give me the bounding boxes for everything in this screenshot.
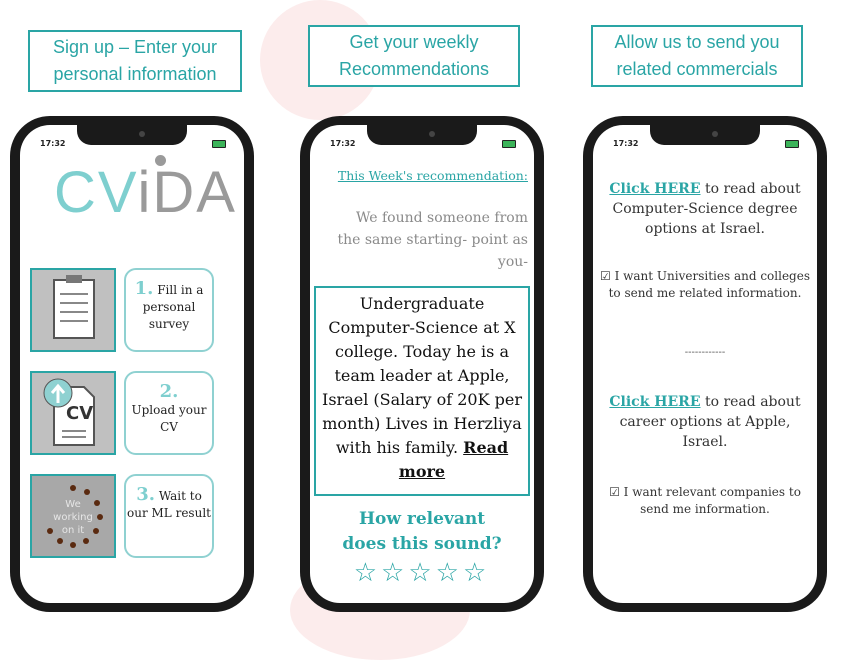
caption-signup: Sign up – Enter your personal informatio… [28,30,242,92]
working-text: We working on it [53,499,93,536]
recommendation-intro: We found someone from the same starting-… [337,210,528,270]
click-here-degree-link[interactable]: Click HERE [609,181,700,197]
universities-consent-checkbox[interactable]: ☑ I want Universities and colleges to se… [599,268,811,302]
star-icon[interactable]: ☆ [436,558,463,588]
status-time: 17:32 [330,139,356,148]
battery-icon [502,140,516,148]
phone-commercials: 17:32 Click HERE to read about Computer-… [583,116,827,612]
step-text: Upload your CV [131,403,207,434]
status-time: 17:32 [40,139,66,148]
cvida-logo: CViDA [54,159,237,226]
phone-signup: 17:32 CViDA 1. Fill in a personal survey [10,116,254,612]
logo-dot [155,155,166,166]
star-rating: ☆☆☆☆☆ [310,558,534,588]
phone-notch [650,125,760,145]
phone-recommendation: 17:32 This Week's recommendation: We fou… [300,116,544,612]
caption-commercials: Allow us to send you related commercials [591,25,803,87]
phone-notch [77,125,187,145]
phone-screen: 17:32 Click HERE to read about Computer-… [593,125,817,603]
cv-upload-icon: CV [30,371,116,455]
career-info-block: Click HERE to read about career options … [599,392,811,452]
battery-icon [785,140,799,148]
step-upload-cv[interactable]: 2. Upload your CV [124,371,214,455]
clipboard-icon [30,268,116,352]
click-here-career-link[interactable]: Click HERE [609,394,700,410]
separator: ------------ [684,347,726,358]
degree-info-block: Click HERE to read about Computer-Scienc… [599,179,811,239]
phone-notch [367,125,477,145]
step-fill-survey[interactable]: 1. Fill in a personal survey [124,268,214,352]
recommendation-card: Undergraduate Computer-Science at X coll… [314,286,530,496]
status-time: 17:32 [613,139,639,148]
camera-icon [712,131,718,137]
caption-recommendations: Get your weekly Recommendations [308,25,520,87]
star-icon[interactable]: ☆ [463,558,490,588]
loading-spinner-icon: We working on it [30,474,116,558]
step-ml-result[interactable]: 3. Wait to our ML result [124,474,214,558]
recommendation-heading: This Week's recommendation: [337,168,528,183]
step-number: 1. [134,278,154,299]
step-number: 3. [136,484,155,505]
step-number: 2. [159,381,179,402]
relevance-question: How relevant does this sound? [342,509,502,554]
star-icon[interactable]: ☆ [381,558,408,588]
battery-icon [212,140,226,148]
companies-consent-checkbox[interactable]: ☑ I want relevant companies to send me i… [599,484,811,518]
logo-cv-text: CV [54,160,138,225]
recommendation-text: Undergraduate Computer-Science at X coll… [322,294,522,457]
star-icon[interactable]: ☆ [354,558,381,588]
phone-screen: 17:32 CViDA 1. Fill in a personal survey [20,125,244,603]
camera-icon [429,131,435,137]
logo-ida-text: iDA [137,160,237,225]
star-icon[interactable]: ☆ [408,558,435,588]
phone-screen: 17:32 This Week's recommendation: We fou… [310,125,534,603]
cv-label: CV [66,403,94,424]
camera-icon [139,131,145,137]
